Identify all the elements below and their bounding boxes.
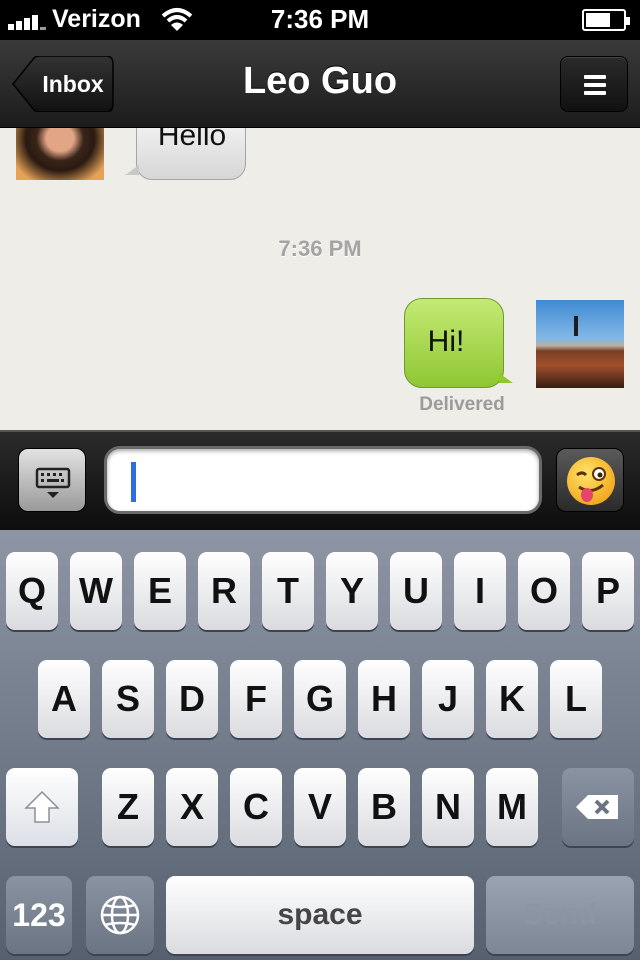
my-avatar[interactable] [536,300,624,388]
key-t[interactable]: T [262,552,314,630]
emoji-button[interactable] [556,448,624,512]
key-g[interactable]: G [294,660,346,738]
key-w[interactable]: W [70,552,122,630]
backspace-key[interactable] [562,768,634,846]
send-key[interactable]: Send [486,876,634,954]
key-m[interactable]: M [486,768,538,846]
contact-avatar[interactable] [16,128,104,180]
key-j[interactable]: J [422,660,474,738]
outgoing-message-bubble[interactable]: Hi! [404,298,513,388]
key-f[interactable]: F [230,660,282,738]
incoming-message-text: Hello [157,128,227,152]
message-text-input[interactable] [104,446,542,514]
status-bar: Verizon 7:36 PM [0,0,640,40]
battery-icon [582,9,630,31]
key-l[interactable]: L [550,660,602,738]
key-r[interactable]: R [198,552,250,630]
status-time: 7:36 PM [270,4,370,34]
message-timestamp: 7:36 PM [278,236,362,261]
navigation-bar: Inbox Leo Guo [0,40,640,128]
emoji-wink-icon [567,457,615,505]
message-input-bar [0,430,640,530]
key-u[interactable]: U [390,552,442,630]
key-p[interactable]: P [582,552,634,630]
keyboard-icon [35,467,71,498]
contact-name-title: Leo Guo [242,60,398,102]
backspace-icon [576,795,618,819]
space-key[interactable]: space [166,876,474,954]
key-q[interactable]: Q [6,552,58,630]
on-screen-keyboard: Q W E R T Y U I O P A S D F G H J K L Z … [0,530,640,960]
key-n[interactable]: N [422,768,474,846]
key-c[interactable]: C [230,768,282,846]
key-v[interactable]: V [294,768,346,846]
keyboard-toggle-button[interactable] [18,448,86,512]
key-e[interactable]: E [134,552,186,630]
incoming-message-bubble[interactable]: Hello [125,128,246,180]
outgoing-message-text: Hi! [427,325,465,358]
key-s[interactable]: S [102,660,154,738]
menu-button[interactable] [560,56,628,112]
shift-icon [24,790,60,823]
key-a[interactable]: A [38,660,90,738]
key-x[interactable]: X [166,768,218,846]
shift-key[interactable] [6,768,78,846]
key-b[interactable]: B [358,768,410,846]
key-k[interactable]: K [486,660,538,738]
numbers-key[interactable]: 123 [6,876,72,954]
key-y[interactable]: Y [326,552,378,630]
globe-key[interactable] [86,876,154,954]
key-z[interactable]: Z [102,768,154,846]
key-o[interactable]: O [518,552,570,630]
key-d[interactable]: D [166,660,218,738]
globe-icon [100,895,140,935]
delivery-status: Delivered [419,394,505,415]
text-cursor [131,462,136,502]
key-i[interactable]: I [454,552,506,630]
conversation-view[interactable]: Hello 7:36 PM Hi! Delivered [0,128,640,430]
key-h[interactable]: H [358,660,410,738]
